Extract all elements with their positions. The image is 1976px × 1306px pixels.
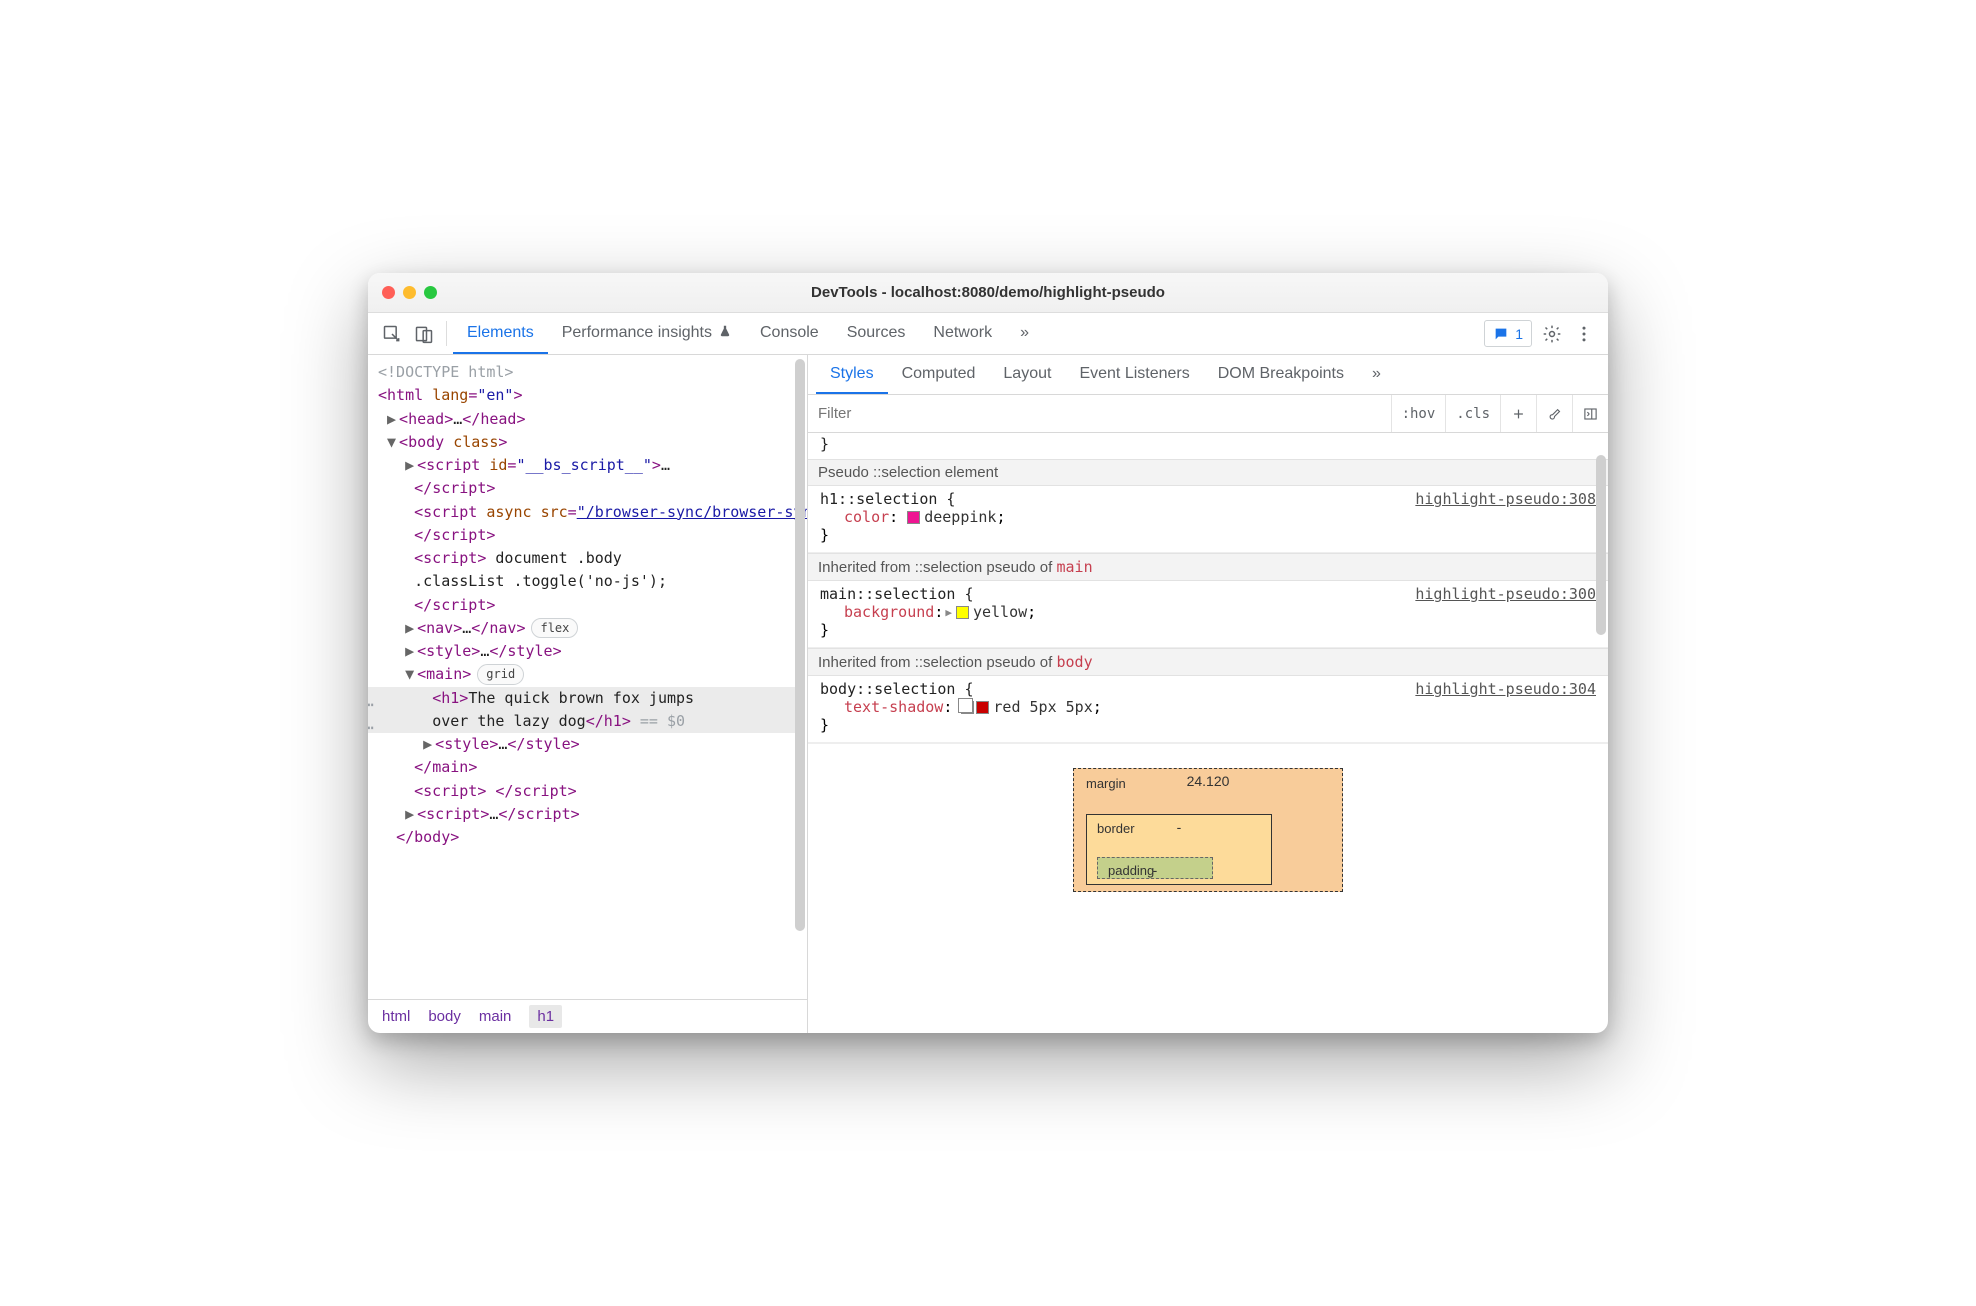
styles-tab-computed[interactable]: Computed bbox=[888, 355, 990, 394]
color-swatch-icon[interactable] bbox=[907, 511, 920, 524]
titlebar: DevTools - localhost:8080/demo/highlight… bbox=[368, 273, 1608, 313]
styles-tab-layout[interactable]: Layout bbox=[989, 355, 1065, 394]
color-swatch-icon[interactable] bbox=[956, 606, 969, 619]
crumb-html[interactable]: html bbox=[382, 1008, 410, 1025]
toolbar-separator bbox=[446, 321, 447, 346]
new-style-rule-icon[interactable] bbox=[1500, 395, 1536, 432]
window-maximize-button[interactable] bbox=[424, 286, 437, 299]
selected-dom-node[interactable]: <h1>The quick brown fox jumps bbox=[368, 687, 799, 710]
rule-source-link[interactable]: highlight-pseudo:308 bbox=[1415, 490, 1596, 508]
tab-performance-insights[interactable]: Performance insights bbox=[548, 313, 746, 354]
crumb-main[interactable]: main bbox=[479, 1008, 512, 1025]
tab-network[interactable]: Network bbox=[919, 313, 1006, 354]
hov-toggle[interactable]: :hov bbox=[1391, 395, 1446, 432]
doctype-line: <!DOCTYPE html> bbox=[378, 363, 513, 381]
dom-scrollbar[interactable] bbox=[795, 359, 805, 995]
styles-tab-styles[interactable]: Styles bbox=[816, 355, 888, 394]
styles-rules[interactable]: } Pseudo ::selection element highlight-p… bbox=[808, 433, 1608, 1033]
box-model[interactable]: margin 24.120 border - padding - bbox=[808, 743, 1608, 892]
devtools-window: DevTools - localhost:8080/demo/highlight… bbox=[368, 273, 1608, 1033]
rule-source-link[interactable]: highlight-pseudo:300 bbox=[1415, 585, 1596, 603]
tab-console[interactable]: Console bbox=[746, 313, 833, 354]
crumb-h1[interactable]: h1 bbox=[529, 1005, 562, 1028]
css-rule-h1-selection[interactable]: highlight-pseudo:308 h1::selection { col… bbox=[808, 486, 1608, 553]
window-close-button[interactable] bbox=[382, 286, 395, 299]
computed-sidebar-icon[interactable] bbox=[1572, 395, 1608, 432]
main-toolbar: Elements Performance insights Console So… bbox=[368, 313, 1608, 355]
traffic-lights bbox=[382, 286, 437, 299]
beaker-icon bbox=[718, 324, 732, 342]
inspect-icon[interactable] bbox=[376, 313, 408, 354]
device-toggle-icon[interactable] bbox=[408, 313, 440, 354]
script-src-link[interactable]: "/browser-sync/browser-sync-client.js?v=… bbox=[577, 503, 807, 521]
styles-toolbar: :hov .cls bbox=[808, 395, 1608, 433]
dom-tree[interactable]: <!DOCTYPE html> <html lang="en"> ▶<head>… bbox=[368, 355, 807, 999]
styles-tabs: Styles Computed Layout Event Listeners D… bbox=[808, 355, 1608, 395]
rule-source-link[interactable]: highlight-pseudo:304 bbox=[1415, 680, 1596, 698]
styles-panel: Styles Computed Layout Event Listeners D… bbox=[808, 355, 1608, 1033]
styles-tabs-overflow[interactable]: » bbox=[1358, 355, 1395, 394]
tab-sources[interactable]: Sources bbox=[833, 313, 920, 354]
inherited-section-header-body: Inherited from ::selection pseudo of bod… bbox=[808, 648, 1608, 676]
panel-tabs: Elements Performance insights Console So… bbox=[453, 313, 1043, 354]
paint-brush-icon[interactable] bbox=[1536, 395, 1572, 432]
issues-button[interactable]: 1 bbox=[1484, 320, 1532, 347]
shadow-swatch-icon[interactable] bbox=[961, 701, 974, 714]
color-swatch-icon[interactable] bbox=[976, 701, 989, 714]
window-title: DevTools - localhost:8080/demo/highlight… bbox=[368, 284, 1608, 301]
pseudo-section-header: Pseudo ::selection element bbox=[808, 459, 1608, 486]
layout-badge-grid[interactable]: grid bbox=[477, 664, 524, 685]
window-minimize-button[interactable] bbox=[403, 286, 416, 299]
layout-badge-flex[interactable]: flex bbox=[531, 618, 578, 639]
tab-elements[interactable]: Elements bbox=[453, 313, 548, 354]
styles-scrollbar[interactable] bbox=[1596, 437, 1606, 777]
tabs-overflow[interactable]: » bbox=[1006, 313, 1043, 354]
css-rule-main-selection[interactable]: highlight-pseudo:300 main::selection { b… bbox=[808, 581, 1608, 648]
css-rule-body-selection[interactable]: highlight-pseudo:304 body::selection { t… bbox=[808, 676, 1608, 743]
settings-icon[interactable] bbox=[1536, 313, 1568, 354]
styles-filter-input[interactable] bbox=[818, 405, 1391, 422]
kebab-menu-icon[interactable] bbox=[1568, 313, 1600, 354]
inherited-section-header-main: Inherited from ::selection pseudo of mai… bbox=[808, 553, 1608, 581]
cls-toggle[interactable]: .cls bbox=[1445, 395, 1500, 432]
styles-tab-event-listeners[interactable]: Event Listeners bbox=[1065, 355, 1203, 394]
elements-panel: <!DOCTYPE html> <html lang="en"> ▶<head>… bbox=[368, 355, 808, 1033]
breadcrumb: html body main h1 bbox=[368, 999, 807, 1033]
styles-tab-dom-breakpoints[interactable]: DOM Breakpoints bbox=[1204, 355, 1358, 394]
issues-count: 1 bbox=[1515, 326, 1523, 342]
crumb-body[interactable]: body bbox=[428, 1008, 461, 1025]
